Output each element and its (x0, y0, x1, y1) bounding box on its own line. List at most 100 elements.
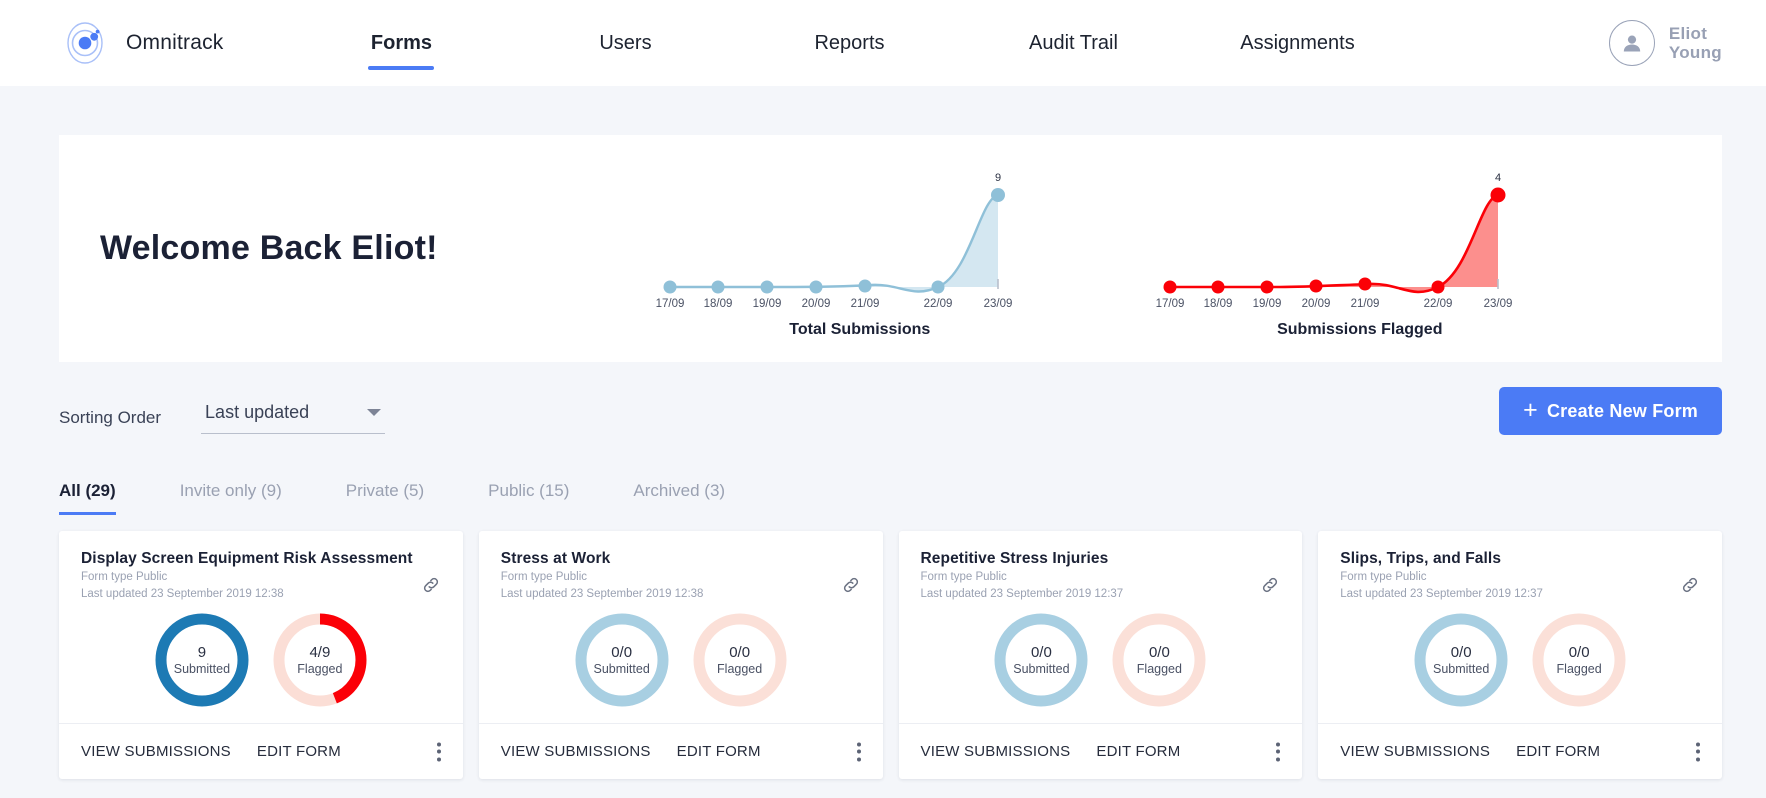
edit-form-link[interactable]: EDIT FORM (1096, 743, 1180, 760)
card-donuts: 0/0 Submitted 0/0 Flagged (479, 610, 883, 710)
flagged-value: 0/0 (1568, 644, 1590, 662)
nav-link-reports[interactable]: Reports (737, 0, 961, 86)
kebab-menu-icon[interactable] (1272, 738, 1284, 765)
flagged-donut: 0/0 Flagged (1109, 610, 1209, 710)
card-form-type: Form type Public (1340, 571, 1427, 583)
view-submissions-link[interactable]: VIEW SUBMISSIONS (81, 743, 231, 760)
submitted-donut: 0/0 Submitted (991, 610, 1091, 710)
chart-total-submissions: 9 17/09 18/09 19/09 20/09 21/09 22/09 23… (650, 159, 1070, 339)
card-title: Repetitive Stress Injuries (920, 550, 1109, 567)
view-submissions-link[interactable]: VIEW SUBMISSIONS (1340, 743, 1490, 760)
chart-title-total-submissions: Total Submissions (789, 320, 931, 338)
create-new-form-label: Create New Form (1546, 400, 1698, 421)
card-header: Slips, Trips, and Falls Form type Public… (1318, 531, 1722, 602)
nav-link-users[interactable]: Users (513, 0, 737, 86)
kebab-menu-icon[interactable] (433, 738, 445, 765)
edit-form-link[interactable]: EDIT FORM (257, 743, 341, 760)
flagged-label: Flagged (1556, 661, 1602, 676)
flagged-value: 4/9 (309, 644, 331, 662)
user-avatar-icon (1608, 20, 1655, 66)
submitted-donut: 0/0 Submitted (572, 610, 672, 710)
form-card[interactable]: Repetitive Stress Injuries Form type Pub… (898, 531, 1303, 779)
view-submissions-link[interactable]: VIEW SUBMISSIONS (501, 743, 651, 760)
view-submissions-link[interactable]: VIEW SUBMISSIONS (921, 743, 1071, 760)
brand-name: Omnitrack (126, 31, 224, 54)
card-footer: VIEW SUBMISSIONS EDIT FORM (478, 723, 883, 779)
submitted-value: 9 (197, 644, 207, 662)
user-name-label: Eliot Young (1668, 23, 1722, 62)
card-header: Display Screen Equipment Risk Assessment… (59, 531, 463, 602)
card-title: Slips, Trips, and Falls (1340, 550, 1502, 567)
edit-form-link[interactable]: EDIT FORM (1516, 743, 1600, 760)
chart-area-fill (669, 194, 998, 292)
submitted-label: Submitted (173, 661, 231, 676)
svg-text:17/09: 17/09 (1155, 298, 1184, 309)
card-footer: VIEW SUBMISSIONS EDIT FORM (59, 723, 463, 779)
sorting-order-select[interactable]: Last updated (201, 402, 386, 434)
welcome-chart-panel: Welcome Back Eliot! 9 17/09 18/09 19/09 (59, 135, 1722, 362)
nav-link-assignments[interactable]: Assignments (1185, 0, 1409, 86)
kebab-menu-icon[interactable] (1692, 738, 1704, 765)
plus-icon: + (1523, 395, 1538, 424)
edit-form-link[interactable]: EDIT FORM (677, 743, 761, 760)
card-form-type: Form type Public (920, 571, 1007, 583)
chart-x-tick-labels: 17/09 18/09 19/09 20/09 21/09 22/09 23/0… (655, 298, 1012, 309)
form-card[interactable]: Display Screen Equipment Risk Assessment… (59, 531, 463, 779)
sorting-order-label: Sorting Order (59, 408, 162, 427)
card-title: Display Screen Equipment Risk Assessment (81, 550, 413, 567)
sorting-order-value: Last updated (205, 402, 310, 422)
card-last-updated: Last updated 23 September 2019 12:37 (1340, 588, 1543, 601)
submitted-label: Submitted (593, 661, 650, 676)
kebab-menu-icon[interactable] (853, 738, 865, 765)
svg-text:20/09: 20/09 (1301, 298, 1330, 309)
charts-container: 9 17/09 18/09 19/09 20/09 21/09 22/09 23… (498, 159, 1722, 339)
link-chain-icon[interactable] (421, 575, 441, 600)
nav-link-audit-trail[interactable]: Audit Trail (961, 0, 1185, 86)
svg-text:18/09: 18/09 (1203, 298, 1232, 309)
flagged-donut: 0/0 Flagged (1529, 610, 1629, 710)
link-chain-icon[interactable] (1260, 575, 1280, 600)
submitted-value: 0/0 (1450, 644, 1472, 662)
tab-public[interactable]: Public (15) (488, 481, 569, 515)
top-navigation-bar: Omnitrack Forms Users Reports Audit Trai… (0, 0, 1766, 86)
card-donuts: 0/0 Submitted 0/0 Flagged (899, 610, 1303, 710)
card-footer: VIEW SUBMISSIONS EDIT FORM (1318, 723, 1722, 779)
card-header: Stress at Work Form type Public Last upd… (479, 531, 883, 602)
flagged-label: Flagged (1136, 661, 1182, 676)
chart-title-submissions-flagged: Submissions Flagged (1277, 320, 1443, 338)
chart-submissions-flagged: 4 17/09 18/09 19/09 20/09 21/09 22/09 23… (1150, 159, 1570, 339)
svg-text:20/09: 20/09 (801, 298, 830, 309)
submitted-label: Submitted (1432, 661, 1490, 676)
svg-text:17/09: 17/09 (655, 298, 684, 309)
user-menu[interactable]: Eliot Young (1608, 20, 1722, 66)
svg-text:22/09: 22/09 (1423, 298, 1452, 309)
chart-point-label: 4 (1495, 172, 1501, 184)
link-chain-icon[interactable] (1680, 575, 1700, 600)
tab-private[interactable]: Private (5) (346, 481, 424, 515)
svg-text:23/09: 23/09 (983, 298, 1012, 309)
chevron-down-icon (367, 409, 382, 416)
form-card[interactable]: Stress at Work Form type Public Last upd… (478, 531, 883, 779)
flagged-value: 0/0 (729, 644, 751, 662)
sorting-row: Sorting Order Last updated + Create New … (59, 387, 1722, 445)
svg-text:21/09: 21/09 (850, 298, 879, 309)
form-card[interactable]: Slips, Trips, and Falls Form type Public… (1318, 531, 1722, 779)
chart-line (669, 193, 999, 293)
nav-link-forms[interactable]: Forms (289, 0, 513, 86)
svg-text:23/09: 23/09 (1483, 298, 1512, 309)
tab-archived[interactable]: Archived (3) (633, 481, 725, 515)
link-chain-icon[interactable] (841, 575, 861, 600)
create-new-form-button[interactable]: + Create New Form (1499, 387, 1722, 435)
svg-text:21/09: 21/09 (1350, 298, 1379, 309)
card-donuts: 0/0 Submitted 0/0 Flagged (1318, 610, 1722, 710)
tab-all[interactable]: All (29) (59, 481, 116, 515)
tab-invite-only[interactable]: Invite only (9) (180, 481, 282, 515)
flagged-value: 0/0 (1148, 644, 1170, 662)
page-title: Welcome Back Eliot! (100, 229, 438, 267)
brand[interactable]: Omnitrack (62, 20, 223, 66)
chart-point-label: 9 (995, 172, 1001, 184)
atom-logo-icon (62, 20, 108, 66)
submitted-value: 0/0 (1030, 644, 1052, 662)
card-last-updated: Last updated 23 September 2019 12:38 (500, 588, 704, 601)
chart-x-tick-labels: 17/09 18/09 19/09 20/09 21/09 22/09 23/0… (1155, 298, 1512, 309)
